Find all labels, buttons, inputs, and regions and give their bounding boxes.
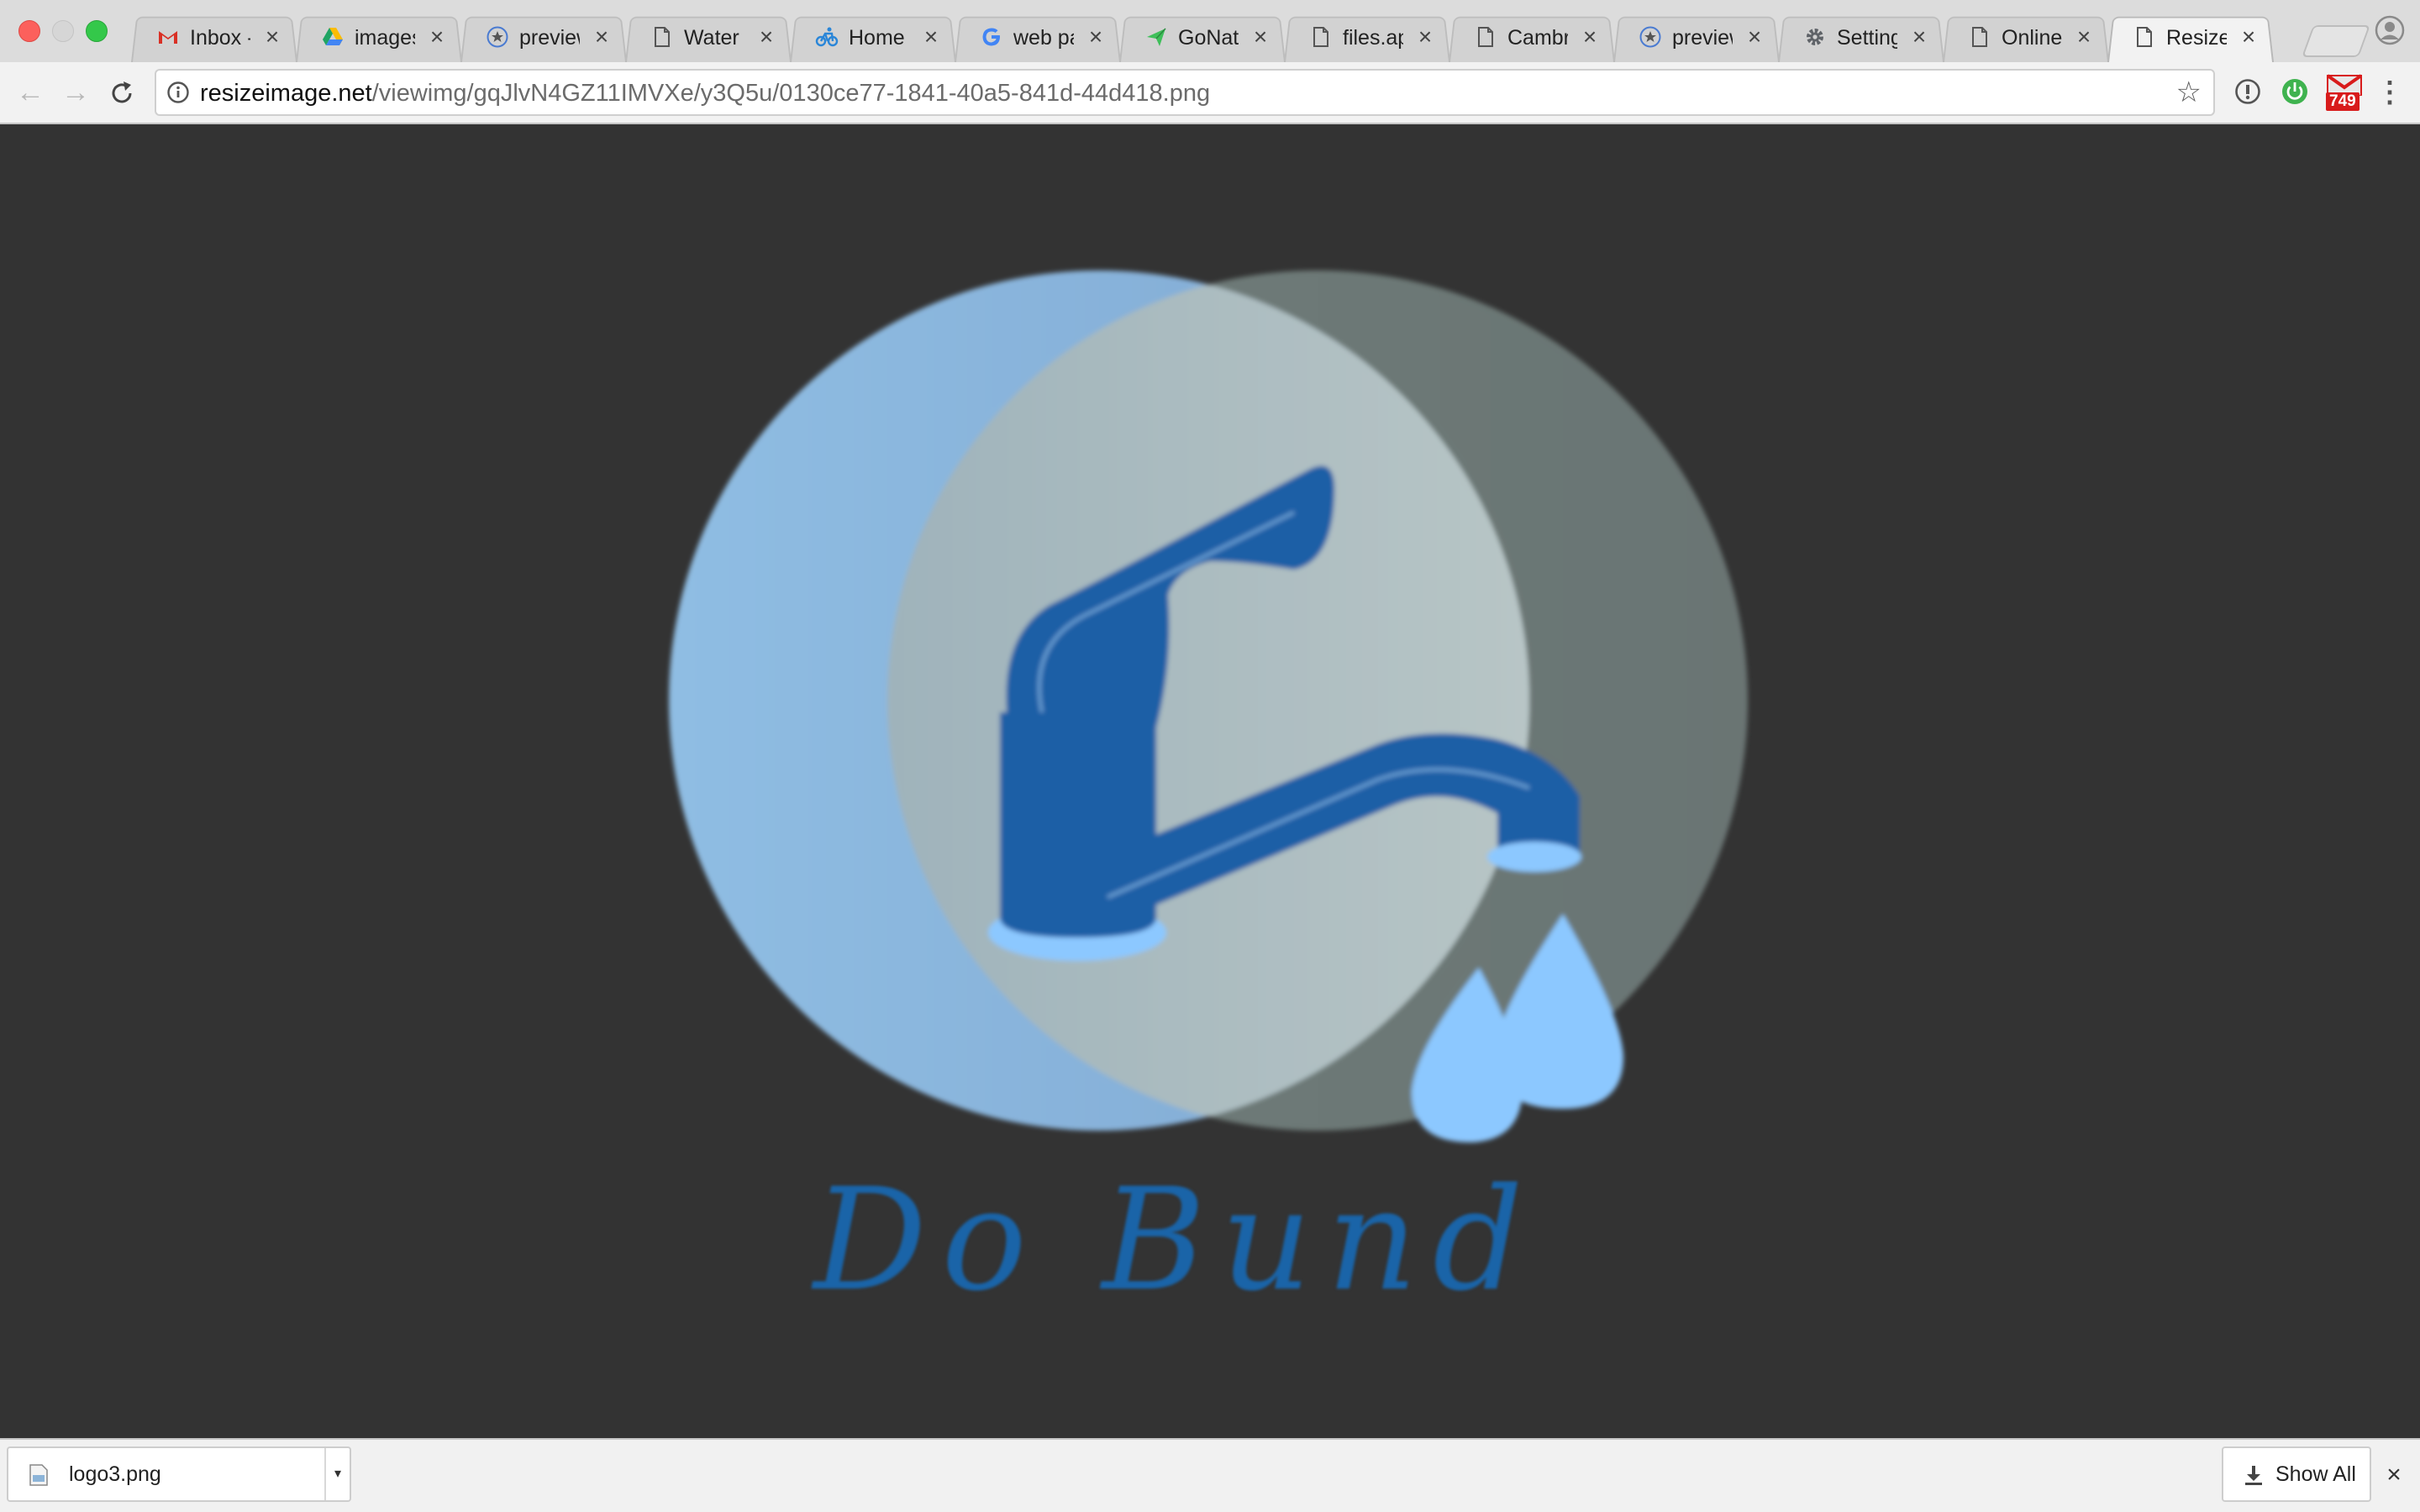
document-icon bbox=[1968, 25, 1991, 49]
download-menu-chevron-icon[interactable]: ▾ bbox=[324, 1448, 350, 1500]
tab-close-icon[interactable]: × bbox=[1743, 25, 1766, 49]
tab-title: preview bbox=[1672, 26, 1733, 50]
tab-strip: Inbox - ×images×preview×Water D×Home×web… bbox=[0, 0, 2420, 62]
browser-tab[interactable]: Home × bbox=[785, 13, 961, 62]
bicycle-icon bbox=[815, 25, 839, 49]
tab-title: Home bbox=[849, 26, 905, 50]
logo-wordmark: Do Bund bbox=[813, 1158, 1539, 1322]
url-host: resizeimage.net bbox=[200, 80, 372, 107]
gear-icon bbox=[1803, 25, 1827, 49]
tab-title: Water D bbox=[684, 26, 744, 50]
tab-title: web pag bbox=[1013, 26, 1074, 50]
star-badge-icon bbox=[1639, 25, 1662, 49]
browser-tab[interactable]: preview × bbox=[455, 13, 632, 62]
tab-close-icon[interactable]: × bbox=[1084, 25, 1107, 49]
back-button[interactable]: ← bbox=[13, 76, 47, 109]
tab-close-icon[interactable]: × bbox=[755, 25, 778, 49]
tab-close-icon[interactable]: × bbox=[2237, 25, 2260, 49]
window-maximize-button[interactable] bbox=[86, 20, 108, 42]
site-info-icon[interactable] bbox=[166, 81, 190, 104]
browser-tab[interactable]: preview × bbox=[1608, 13, 1785, 62]
show-all-label: Show All bbox=[2275, 1462, 2356, 1486]
tab-close-icon[interactable]: × bbox=[2072, 25, 2096, 49]
profile-icon[interactable] bbox=[2375, 15, 2405, 45]
tab-title: images bbox=[355, 26, 415, 50]
browser-tab[interactable]: images × bbox=[291, 13, 467, 62]
gmail-icon bbox=[156, 25, 180, 49]
browser-tab[interactable]: web pag × bbox=[950, 13, 1126, 62]
browser-tab[interactable]: ResizeIn × bbox=[2102, 13, 2279, 62]
browser-tab[interactable]: GoNativ × bbox=[1114, 13, 1291, 62]
forward-button[interactable]: → bbox=[59, 76, 92, 109]
tab-close-icon[interactable]: × bbox=[1249, 25, 1272, 49]
tab-title: GoNativ bbox=[1178, 26, 1239, 50]
google-drive-icon bbox=[321, 25, 345, 49]
tab-close-icon[interactable]: × bbox=[590, 25, 613, 49]
unread-count-badge: 749 bbox=[2326, 92, 2360, 111]
tab-title: Inbox - bbox=[190, 26, 250, 50]
tab-title: preview bbox=[519, 26, 580, 50]
google-icon bbox=[980, 25, 1003, 49]
address-bar[interactable]: resizeimage.net/viewimg/gqJlvN4GZ11IMVXe… bbox=[155, 69, 2215, 116]
tab-close-icon[interactable]: × bbox=[260, 25, 284, 49]
tab-close-icon[interactable]: × bbox=[919, 25, 943, 49]
close-download-bar-icon[interactable]: × bbox=[2381, 1460, 2407, 1490]
document-icon bbox=[1309, 25, 1333, 49]
download-bar: logo3.png ▾ Show All × bbox=[0, 1438, 2420, 1512]
document-icon bbox=[1474, 25, 1497, 49]
download-icon bbox=[2245, 1466, 2262, 1485]
star-badge-icon bbox=[486, 25, 509, 49]
extension-info-icon[interactable] bbox=[2233, 77, 2262, 106]
window-minimize-button[interactable] bbox=[52, 20, 74, 42]
browser-tab[interactable]: files.app × bbox=[1279, 13, 1455, 62]
browser-tab[interactable]: Settings × bbox=[1773, 13, 1949, 62]
tab-title: Cambric bbox=[1507, 26, 1568, 50]
bookmark-star-icon[interactable]: ☆ bbox=[2176, 77, 2202, 108]
download-item[interactable]: logo3.png ▾ bbox=[7, 1446, 351, 1502]
reload-button[interactable] bbox=[108, 79, 136, 108]
window-close-button[interactable] bbox=[18, 20, 40, 42]
download-file-name: logo3.png bbox=[69, 1462, 161, 1486]
new-tab-button[interactable] bbox=[2302, 25, 2370, 57]
toolbar: ← → resizeimage.net/viewimg/gqJlvN4GZ11I… bbox=[0, 62, 2420, 124]
browser-window: Inbox - ×images×preview×Water D×Home×web… bbox=[0, 0, 2420, 1512]
page-content: Do Bund bbox=[0, 124, 2420, 1438]
tab-close-icon[interactable]: × bbox=[1578, 25, 1602, 49]
menu-kebab-icon[interactable]: ⋮ bbox=[2373, 76, 2407, 109]
tab-title: Online I bbox=[2002, 26, 2062, 50]
tab-title: ResizeIn bbox=[2166, 26, 2227, 50]
browser-tab[interactable]: Water D × bbox=[620, 13, 797, 62]
paper-plane-icon bbox=[1144, 25, 1168, 49]
tab-close-icon[interactable]: × bbox=[1413, 25, 1437, 49]
show-all-downloads-button[interactable]: Show All bbox=[2222, 1446, 2371, 1502]
document-icon bbox=[2133, 25, 2156, 49]
browser-tab[interactable]: Inbox - × bbox=[126, 13, 302, 62]
url-text: resizeimage.net/viewimg/gqJlvN4GZ11IMVXe… bbox=[200, 79, 1210, 108]
tab-close-icon[interactable]: × bbox=[1907, 25, 1931, 49]
tab-title: files.app bbox=[1343, 26, 1403, 50]
power-extension-icon[interactable] bbox=[2281, 77, 2309, 106]
browser-tab[interactable]: Online I × bbox=[1938, 13, 2114, 62]
url-path: /viewimg/gqJlvN4GZ11IMVXe/y3Q5u/0130ce77… bbox=[371, 80, 1211, 107]
tab-close-icon[interactable]: × bbox=[425, 25, 449, 49]
image-file-icon bbox=[29, 1464, 48, 1486]
document-icon bbox=[650, 25, 674, 49]
browser-tab[interactable]: Cambric × bbox=[1444, 13, 1620, 62]
tab-title: Settings bbox=[1837, 26, 1897, 50]
